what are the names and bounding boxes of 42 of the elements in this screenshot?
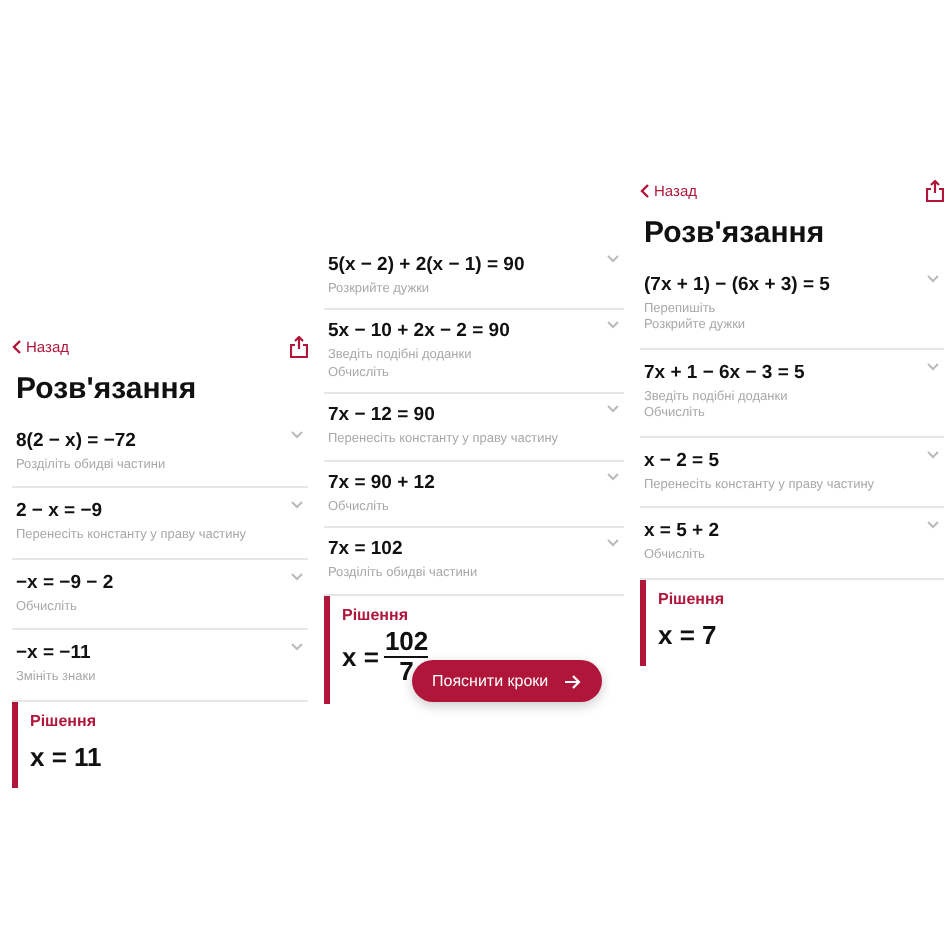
equation: 7x = 102 (328, 538, 405, 561)
equation: 2 − x = −9 (16, 500, 105, 523)
answer: x = 11 (30, 741, 104, 772)
solution-label: Рішення (658, 589, 727, 608)
chevron-icon[interactable] (290, 500, 304, 511)
equation: 5x − 10 + 2x − 2 = 90 (328, 320, 510, 343)
equation: 7x − 12 = 90 (328, 404, 437, 427)
equation: 7x = 90 + 12 (328, 471, 435, 494)
chevron-icon[interactable] (926, 449, 940, 460)
chevron-icon[interactable] (926, 520, 940, 531)
page-title: Розв'язання (644, 216, 827, 250)
chevron-icon[interactable] (926, 274, 940, 284)
arrow-right-icon (564, 673, 583, 689)
chevron-icon[interactable] (606, 538, 620, 549)
equation: −x = −11 (16, 642, 93, 665)
chevron-left-icon (12, 339, 22, 353)
answer: x = (342, 642, 379, 673)
chevron-icon[interactable] (290, 642, 304, 653)
chevron-icon[interactable] (606, 254, 620, 264)
chevron-icon[interactable] (606, 404, 620, 415)
equation: 8(2 − x) = −72 (16, 430, 138, 452)
share-icon[interactable] (290, 335, 308, 357)
chevron-icon[interactable] (290, 571, 304, 582)
equation: x − 2 = 5 (644, 449, 722, 472)
explain-steps-button[interactable]: Пояснити кроки (412, 660, 603, 702)
solution-label: Рішення (30, 711, 99, 730)
equation: 7x + 1 − 6x − 3 = 5 (644, 361, 805, 384)
share-icon[interactable] (926, 179, 944, 201)
chevron-icon[interactable] (606, 471, 620, 482)
chevron-left-icon (640, 183, 650, 197)
numerator: 102 (384, 627, 429, 656)
chevron-icon[interactable] (606, 320, 620, 331)
equation: x = 5 + 2 (644, 520, 720, 543)
equation: −x = −9 − 2 (16, 571, 114, 594)
denominator: 7 (399, 658, 414, 688)
chevron-icon[interactable] (926, 361, 940, 372)
answer: x = 7 (658, 619, 719, 650)
equation: (7x + 1) − (6x + 3) = 5 (644, 274, 830, 296)
equation: 5(x − 2) + 2(x − 1) = 90 (328, 254, 525, 276)
chevron-icon[interactable] (290, 430, 304, 440)
solution-label: Рішення (342, 605, 411, 624)
page-title: Розв'язання (16, 372, 199, 406)
